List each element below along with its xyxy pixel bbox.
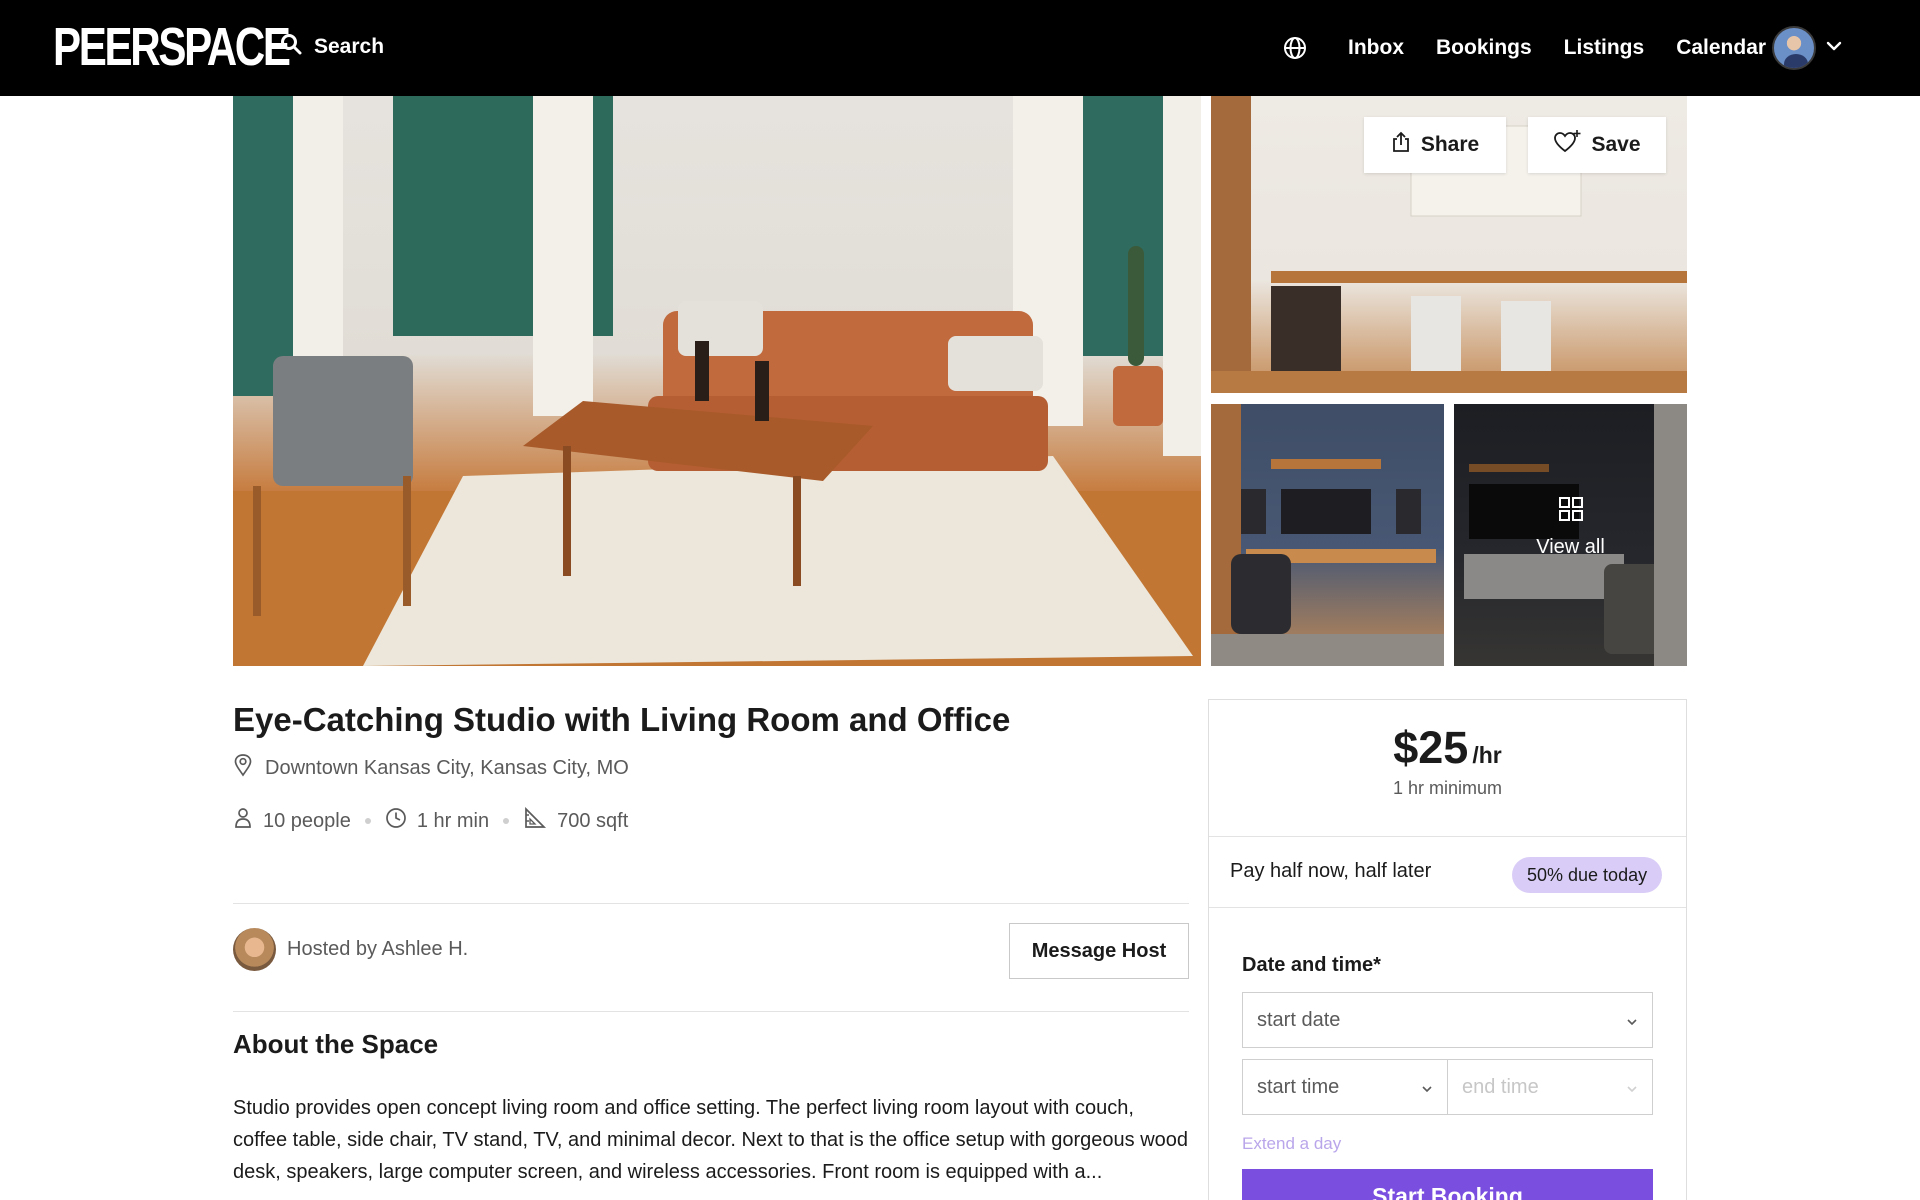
nav-calendar-link[interactable]: Calendar [1676,36,1766,60]
share-label: Share [1420,133,1480,156]
nav-inbox-link[interactable]: Inbox [1348,36,1404,60]
photo-gallery: Share Save View all [233,96,1687,666]
chevron-down-icon [1826,39,1842,57]
location-pin-icon [233,753,253,783]
price-amount: $25 [1393,722,1469,773]
host-name: Hosted by Ashlee H. [287,938,469,960]
living-room-illustration [233,96,1201,666]
search-icon [280,33,302,61]
share-button[interactable]: Share [1364,117,1506,173]
nav-listings-link[interactable]: Listings [1564,36,1645,60]
price-display: $25/hr [1209,722,1686,774]
person-icon [233,807,253,835]
listing-location: Downtown Kansas City, Kansas City, MO [233,753,629,783]
location-text: Downtown Kansas City, Kansas City, MO [265,756,629,779]
ruler-triangle-icon [523,806,547,835]
message-host-button[interactable]: Message Host [1009,923,1189,979]
clock-icon [385,807,407,835]
price-unit: /hr [1472,742,1502,768]
search-label: Search [314,35,385,58]
payment-option: Pay half now, half later 50% due today [1209,837,1686,908]
size-text: 700 sqft [557,809,629,832]
account-menu[interactable] [1772,26,1842,70]
nav-bookings-link[interactable]: Bookings [1436,36,1532,60]
nav-links: Inbox Bookings Listings Calendar [1282,0,1798,96]
about-description: Studio provides open concept living room… [233,1097,1189,1183]
min-time-text: 1 hr min [416,809,490,832]
office-photo[interactable] [1211,404,1444,666]
main-photo[interactable] [233,96,1201,666]
start-time-placeholder: start time [1257,1075,1340,1098]
booking-card: $25/hr 1 hr minimum Pay half now, half l… [1208,699,1687,1200]
pay-half-text: Pay half now, half later [1230,860,1432,882]
listing-stats: 10 people 1 hr min 700 sqft [233,806,629,835]
chevron-down-icon [1626,1076,1638,1099]
listing-title: Eye-Catching Studio with Living Room and… [233,701,1011,738]
extend-day-link[interactable]: Extend a day [1242,1134,1341,1154]
host-info: Hosted by Ashlee H. [233,928,468,971]
view-all-button[interactable]: View all [1454,496,1687,559]
globe-icon[interactable] [1282,35,1308,61]
end-time-select[interactable]: end time [1447,1059,1653,1115]
user-avatar [1772,26,1816,70]
divider [233,1011,1189,1012]
stat-separator [364,818,371,824]
start-time-select[interactable]: start time [1242,1059,1448,1115]
chevron-down-icon [1421,1076,1433,1099]
search-button[interactable]: Search [280,26,384,68]
office-illustration [1211,404,1444,666]
minimum-hours: 1 hr minimum [1392,778,1503,798]
stat-separator [503,818,510,824]
heart-plus-icon [1553,130,1581,160]
chevron-down-icon [1626,1009,1638,1032]
save-button[interactable]: Save [1528,117,1666,173]
peerspace-logo[interactable]: PEERSPACE [53,20,291,74]
capacity-stat: 10 people [233,807,351,835]
size-stat: 700 sqft [523,806,629,835]
host-avatar[interactable] [233,928,276,971]
save-label: Save [1591,133,1641,156]
about-heading: About the Space [233,1029,439,1059]
capacity-text: 10 people [263,809,351,832]
top-nav: PEERSPACE Search Inbox Bookings Listings… [0,0,1920,96]
min-time-stat: 1 hr min [385,807,489,835]
view-all-label: View all [1536,536,1605,558]
end-time-placeholder: end time [1462,1075,1539,1098]
start-date-select[interactable]: start date [1242,992,1653,1048]
price-block: $25/hr 1 hr minimum [1209,700,1686,837]
start-booking-button[interactable]: Start Booking [1242,1169,1653,1200]
date-time-label: Date and time* [1242,954,1381,976]
divider [233,903,1189,904]
share-icon [1391,131,1411,159]
start-date-placeholder: start date [1257,1008,1341,1031]
due-today-badge: 50% due today [1512,857,1663,893]
grid-icon [1558,496,1584,528]
